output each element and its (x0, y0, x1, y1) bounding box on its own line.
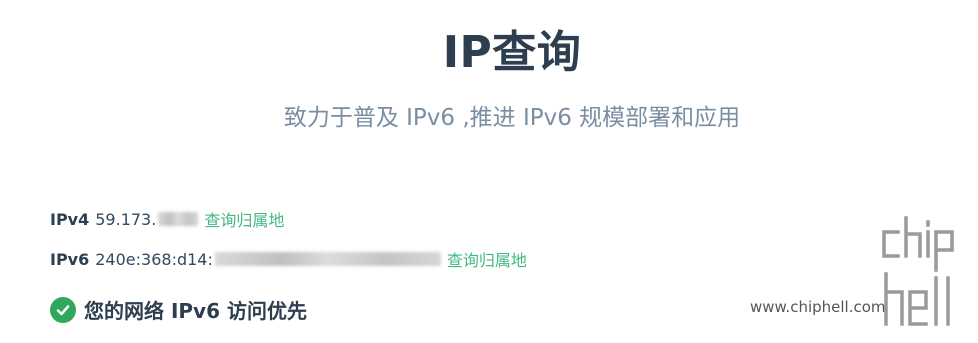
ipv6-lookup-link[interactable]: 查询归属地 (447, 247, 527, 271)
page-title: IP查询 (442, 27, 582, 78)
check-circle-icon (50, 296, 76, 323)
ipv4-row: IPv4 59.173. 查询归属地 (50, 207, 284, 231)
ipv6-label: IPv6 (50, 249, 90, 269)
ipv6-priority-status: 您的网络 IPv6 访问优先 (50, 295, 307, 324)
ipv6-address: 240e:368:d14: (95, 249, 213, 269)
ipv4-lookup-link[interactable]: 查询归属地 (204, 207, 284, 231)
ipv4-address: 59.173. (95, 209, 157, 229)
ipv6-row: IPv6 240e:368:d14: 查询归属地 (50, 247, 527, 271)
ipv4-redaction-blur (158, 212, 199, 226)
chiphell-watermark-logo (882, 216, 954, 326)
watermark-url: www.chiphell.com (750, 298, 886, 316)
ipv6-redaction-blur (214, 252, 441, 266)
status-text: 您的网络 IPv6 访问优先 (84, 299, 307, 323)
ipv4-label: IPv4 (50, 209, 90, 229)
page: IP查询 致力于普及 IPv6 ,推进 IPv6 规模部署和应用 IPv4 59… (0, 0, 978, 343)
page-subtitle: 致力于普及 IPv6 ,推进 IPv6 规模部署和应用 (283, 105, 741, 131)
